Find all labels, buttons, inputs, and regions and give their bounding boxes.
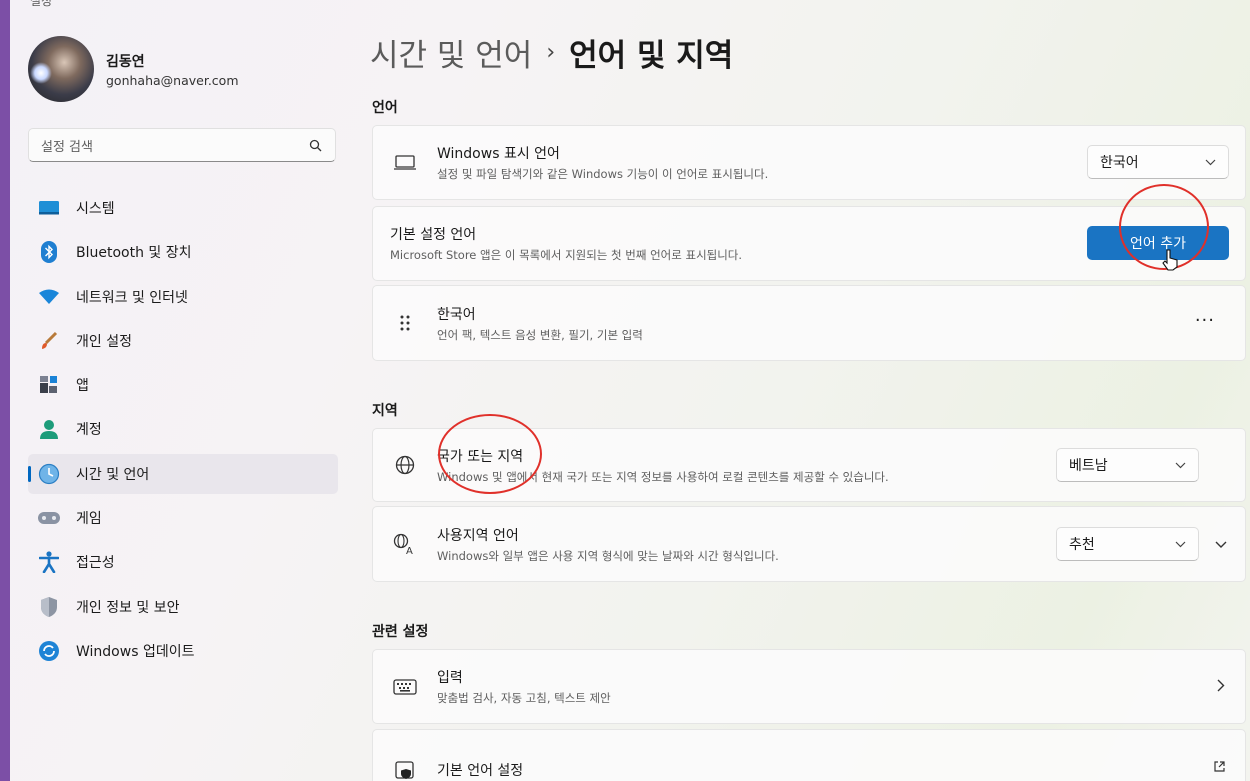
sidebar-item-bluetooth[interactable]: Bluetooth 및 장치	[28, 232, 338, 272]
chevron-down-icon	[1205, 154, 1216, 170]
sidebar-item-accessibility[interactable]: 접근성	[28, 542, 338, 582]
shield-icon	[38, 596, 60, 618]
account-icon	[38, 418, 60, 440]
page-title: 언어 및 지역	[569, 38, 734, 74]
search-input[interactable]: 설정 검색	[28, 128, 336, 162]
sidebar-item-accounts[interactable]: 계정	[28, 409, 338, 449]
sidebar-item-label: 개인 정보 및 보안	[76, 599, 180, 616]
svg-text:A: A	[406, 546, 413, 555]
window-title: 설정	[30, 0, 53, 8]
more-options-button[interactable]: ···	[1195, 310, 1215, 331]
sidebar-item-system[interactable]: 시스템	[28, 188, 338, 228]
card-title: 한국어	[437, 306, 476, 323]
preferred-languages-card: 기본 설정 언어 Microsoft Store 앱은 이 목록에서 지원되는 …	[372, 206, 1246, 281]
card-subtitle: 맞춤법 검사, 자동 고침, 텍스트 제안	[437, 691, 611, 705]
regional-format-card[interactable]: A 사용지역 언어 Windows와 일부 앱은 사용 지역 형식에 맞는 날짜…	[372, 506, 1246, 582]
sidebar-item-network[interactable]: 네트워크 및 인터넷	[28, 277, 338, 317]
sidebar-item-gaming[interactable]: 게임	[28, 498, 338, 538]
sidebar-item-label: 게임	[76, 511, 102, 528]
sidebar-item-time-language[interactable]: 시간 및 언어	[28, 453, 338, 494]
breadcrumb-parent[interactable]: 시간 및 언어	[370, 30, 532, 75]
section-region-label: 지역	[372, 403, 398, 419]
dropdown-value: 추천	[1069, 537, 1095, 553]
sidebar-item-windows-update[interactable]: Windows 업데이트	[28, 631, 338, 671]
sidebar-nav: 시스템 Bluetooth 및 장치 네트워크 및 인터넷 개인 설정 앱 계정…	[28, 188, 338, 675]
sidebar-item-label: 접근성	[76, 555, 115, 572]
breadcrumb: 시간 및 언어 › 언어 및 지역	[370, 30, 733, 75]
sidebar-item-label: Bluetooth 및 장치	[76, 245, 192, 262]
regional-format-dropdown[interactable]: 추천	[1056, 527, 1199, 561]
external-link-icon[interactable]	[1213, 760, 1226, 777]
display-language-dropdown[interactable]: 한국어	[1087, 145, 1229, 179]
globe-icon	[391, 451, 419, 479]
card-title: 입력	[437, 670, 463, 686]
settings-window: 설정 김동연 gonhaha@naver.com 설정 검색 시스템 Bluet…	[0, 0, 1250, 781]
chevron-right-icon[interactable]	[1217, 679, 1225, 696]
sidebar-item-label: 시간 및 언어	[76, 466, 150, 483]
display-language-card: Windows 표시 언어 설정 및 파일 탐색기와 같은 Windows 기능…	[372, 125, 1246, 200]
system-icon	[38, 197, 60, 219]
language-region-icon: A	[391, 530, 419, 558]
admin-shield-icon	[391, 756, 419, 781]
sidebar-item-label: 개인 설정	[76, 333, 132, 350]
typing-card[interactable]: 입력 맞춤법 검사, 자동 고침, 텍스트 제안	[372, 649, 1246, 724]
desktop-edge	[0, 0, 10, 781]
search-placeholder: 설정 검색	[41, 139, 93, 155]
add-language-button[interactable]: 언어 추가	[1087, 226, 1229, 260]
language-list-item-korean[interactable]: 한국어 언어 팩, 텍스트 음성 변환, 필기, 기본 입력 ···	[372, 285, 1246, 361]
expand-chevron-icon[interactable]	[1215, 537, 1227, 553]
chevron-down-icon	[1175, 457, 1186, 473]
dropdown-value: 베트남	[1069, 458, 1108, 474]
keyboard-icon	[391, 673, 419, 701]
bluetooth-icon	[38, 241, 60, 264]
chevron-down-icon	[1175, 536, 1186, 552]
drag-handle-icon[interactable]	[391, 309, 419, 337]
search-icon[interactable]	[307, 137, 323, 153]
avatar[interactable]	[28, 36, 94, 102]
sidebar-item-label: 시스템	[76, 201, 115, 217]
gamepad-icon	[38, 507, 60, 529]
paintbrush-icon	[38, 330, 60, 352]
sidebar-item-apps[interactable]: 앱	[28, 365, 338, 405]
sidebar-item-label: 네트워크 및 인터넷	[76, 289, 188, 306]
country-region-dropdown[interactable]: 베트남	[1056, 448, 1199, 482]
card-subtitle: 언어 팩, 텍스트 음성 변환, 필기, 기본 입력	[437, 327, 643, 342]
sidebar-item-privacy[interactable]: 개인 정보 및 보안	[28, 587, 338, 627]
user-profile[interactable]: 김동연 gonhaha@naver.com	[28, 36, 239, 102]
windows-update-icon	[38, 640, 60, 662]
sidebar-item-label: Windows 업데이트	[76, 643, 195, 660]
dropdown-value: 한국어	[1100, 155, 1139, 171]
profile-name: 김동연	[106, 53, 145, 70]
laptop-icon	[391, 149, 419, 177]
profile-email: gonhaha@naver.com	[106, 72, 239, 88]
section-language-label: 언어	[372, 100, 398, 116]
wifi-icon	[38, 286, 60, 308]
admin-language-card[interactable]: 기본 언어 설정	[372, 729, 1246, 781]
sidebar-item-personalization[interactable]: 개인 설정	[28, 321, 338, 361]
card-title: 기본 언어 설정	[437, 763, 524, 779]
breadcrumb-separator: ›	[546, 40, 556, 65]
mouse-cursor-icon	[1162, 248, 1180, 276]
section-related-label: 관련 설정	[372, 624, 429, 640]
country-region-card: 국가 또는 지역 Windows 및 앱에서 현재 국가 또는 지역 정보를 사…	[372, 428, 1246, 502]
accessibility-icon	[38, 551, 60, 574]
sidebar-item-label: 앱	[76, 378, 89, 395]
time-language-icon	[38, 463, 60, 485]
apps-icon	[38, 374, 60, 396]
sidebar-item-label: 계정	[76, 422, 102, 439]
